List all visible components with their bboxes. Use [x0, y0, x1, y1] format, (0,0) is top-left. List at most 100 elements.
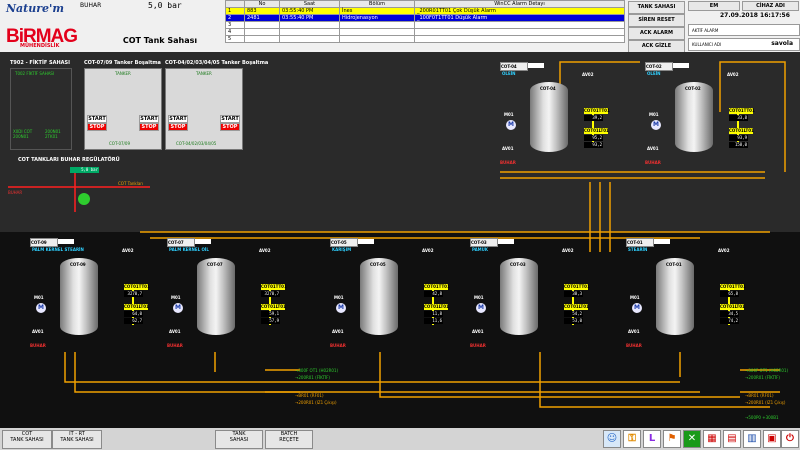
print-icon[interactable]: ▤ [723, 430, 741, 448]
start-button[interactable]: START [220, 115, 240, 123]
ack-alarm-button[interactable]: ACK ALARM [628, 27, 685, 40]
start-button[interactable]: START [168, 115, 188, 123]
motor-icon[interactable]: M [36, 303, 46, 313]
pump-icon[interactable] [78, 193, 90, 205]
valve-label: AV01 [628, 329, 640, 334]
motor-icon[interactable]: M [173, 303, 183, 313]
regulator-value: 5,0 bar [70, 167, 99, 173]
tank-name-field[interactable] [654, 239, 670, 244]
alarm-row[interactable]: 4 [225, 28, 625, 36]
temp-tag: COT01TT01 [584, 108, 610, 114]
tools-icon[interactable]: ✕ [683, 430, 701, 448]
motor-icon[interactable]: M [651, 120, 661, 130]
out-right4: →200R01 (IZ1 Çıkış) [745, 400, 786, 405]
cihaz-adi-button[interactable]: CİHAZ ADI [742, 1, 799, 11]
book-icon[interactable]: ▥ [743, 430, 761, 448]
tank-name-field[interactable] [528, 63, 544, 68]
alarm-table[interactable]: No Saat Bölüm WinCC Alarm Detayı 1 883 03:… [225, 0, 625, 43]
out-left3: →BR01 (RF01) [295, 393, 324, 398]
temp-tag: COT01TT01 [261, 284, 287, 290]
language-icon[interactable]: ▣ [763, 430, 781, 448]
stop-button[interactable]: STOP [139, 123, 159, 131]
out-right1: →300F OT1 (H02R01) [745, 368, 789, 373]
steam-in: BUHAR [30, 343, 46, 348]
aktif-alarm-box: AKTİF ALARM [688, 24, 800, 36]
tank-body[interactable]: COT-01 [656, 258, 694, 335]
flag-icon[interactable]: ⚑ [663, 430, 681, 448]
alarm-row[interactable]: 5 [225, 35, 625, 43]
stop-button[interactable]: STOP [168, 123, 188, 131]
tank-body[interactable]: COT-07 [197, 258, 235, 335]
tank-label: COT-01 [666, 262, 682, 267]
l-icon[interactable]: L [643, 430, 661, 448]
steam-in: BUHAR [645, 160, 661, 165]
siren-reset-button[interactable]: SİREN RESET [628, 14, 685, 27]
cot-tank-sahasi-button[interactable]: COT TANK SAHASI [2, 430, 52, 449]
tank-unit[interactable]: COT-04 OLEİN COT-04 COT01TT01 39,2 COT01… [500, 62, 610, 180]
tank-body[interactable]: COT-03 [500, 258, 538, 335]
valve-label: AV01 [502, 146, 514, 151]
em-button[interactable]: EM [688, 1, 740, 11]
tank-unit[interactable]: COT-02 OLEİN COT-02 COT01TT01 33,8 COT01… [645, 62, 755, 180]
motor-icon[interactable]: M [336, 303, 346, 313]
start-button[interactable]: START [87, 115, 107, 123]
motor-label: M01 [649, 112, 659, 117]
temp-tag: COT01TT01 [124, 284, 150, 290]
user-icon[interactable]: ☺ [603, 430, 621, 448]
tank-name-field[interactable] [673, 63, 689, 68]
steam-in: BUHAR [626, 343, 642, 348]
ton-value: 93,2 [584, 142, 603, 148]
temp-tag: COT01TT01 [720, 284, 746, 290]
power-icon[interactable]: ⏻ [781, 430, 799, 448]
tank-unit[interactable]: COT-03 PAMUK COT-03 COT01TT01 38,3 COT01… [470, 238, 590, 363]
level-tag: COT01LT01 [124, 304, 149, 310]
level-tag: COT01LT01 [424, 304, 449, 310]
pct-value: 93,9 [729, 135, 748, 141]
regulator-out: COT Tankları [118, 181, 144, 186]
tank-sahasi-nav-button[interactable]: TANK SAHASI [215, 430, 263, 449]
tank-body[interactable]: COT-02 [675, 82, 713, 152]
tank-sahasi-button[interactable]: TANK SAHASI [628, 1, 685, 14]
motor-icon[interactable]: M [506, 120, 516, 130]
itrt-tank-sahasi-button[interactable]: IT - RT TANK SAHASI [52, 430, 102, 449]
tank-name-field[interactable] [195, 239, 211, 244]
level-tag: COT01LT01 [729, 128, 754, 134]
temp-value: 3270,7 [261, 291, 280, 297]
start-button[interactable]: START [139, 115, 159, 123]
tank-body[interactable]: COT-09 [60, 258, 98, 335]
tank-name-field[interactable] [358, 239, 374, 244]
tank-body[interactable]: COT-04 [530, 82, 568, 152]
nature-logo: Nature'm [6, 2, 65, 15]
temp-value: 42,8 [424, 291, 443, 297]
ton-value: 11,6 [424, 318, 443, 324]
tank-product: OLEİN [647, 71, 661, 76]
tank-name-field[interactable] [498, 239, 514, 244]
lock-icon[interactable]: ⚿ [623, 430, 641, 448]
stop-button[interactable]: STOP [220, 123, 240, 131]
out-right3: →BR01 (RF01) [745, 393, 774, 398]
steam-label: BUHAR [80, 2, 102, 9]
alarm-row[interactable]: 2 2481 03:55:40 PM Hidrojenasyon _100F0T1TT0… [225, 14, 625, 22]
chart-icon[interactable]: ▦ [703, 430, 721, 448]
batch-recete-button[interactable]: BATCH REÇETE [265, 430, 313, 449]
stop-button[interactable]: STOP [87, 123, 107, 131]
motor-icon[interactable]: M [476, 303, 486, 313]
level-tag: COT01LT01 [584, 128, 609, 134]
tank-body[interactable]: COT-05 [360, 258, 398, 335]
tank-unit[interactable]: COT-05 KARIŞIM COT-05 COT01TT01 42,8 COT… [330, 238, 450, 363]
datetime: 27.09.2018 16:17:56 [720, 12, 790, 19]
tank-unit[interactable]: COT-01 STEARİN COT-01 COT01TT01 65,8 COT… [626, 238, 746, 363]
alarm-row[interactable]: 3 [225, 21, 625, 29]
tank-unit[interactable]: COT-07 PALM KERNEL OİL COT-07 COT01TT01 … [167, 238, 287, 363]
steam-in: BUHAR [167, 343, 183, 348]
alarm-row[interactable]: 1 883 03:55:40 PM İnes _200R01TT01 Çok Düşük… [225, 7, 625, 15]
temp-tag: COT01TT01 [564, 284, 590, 290]
motor-icon[interactable]: M [632, 303, 642, 313]
tank-unit[interactable]: COT-09 PALM KERNEL STEARİN COT-09 COT01T… [30, 238, 150, 363]
out-right5: →500P0 +300B1 [745, 415, 779, 420]
pct-value: 11,8 [424, 311, 443, 317]
tank-name-field[interactable] [58, 239, 74, 244]
ton-value: 53,0 [564, 318, 583, 324]
pct-value: 34,5 [720, 311, 739, 317]
tank-label: COT-02 [685, 86, 701, 91]
